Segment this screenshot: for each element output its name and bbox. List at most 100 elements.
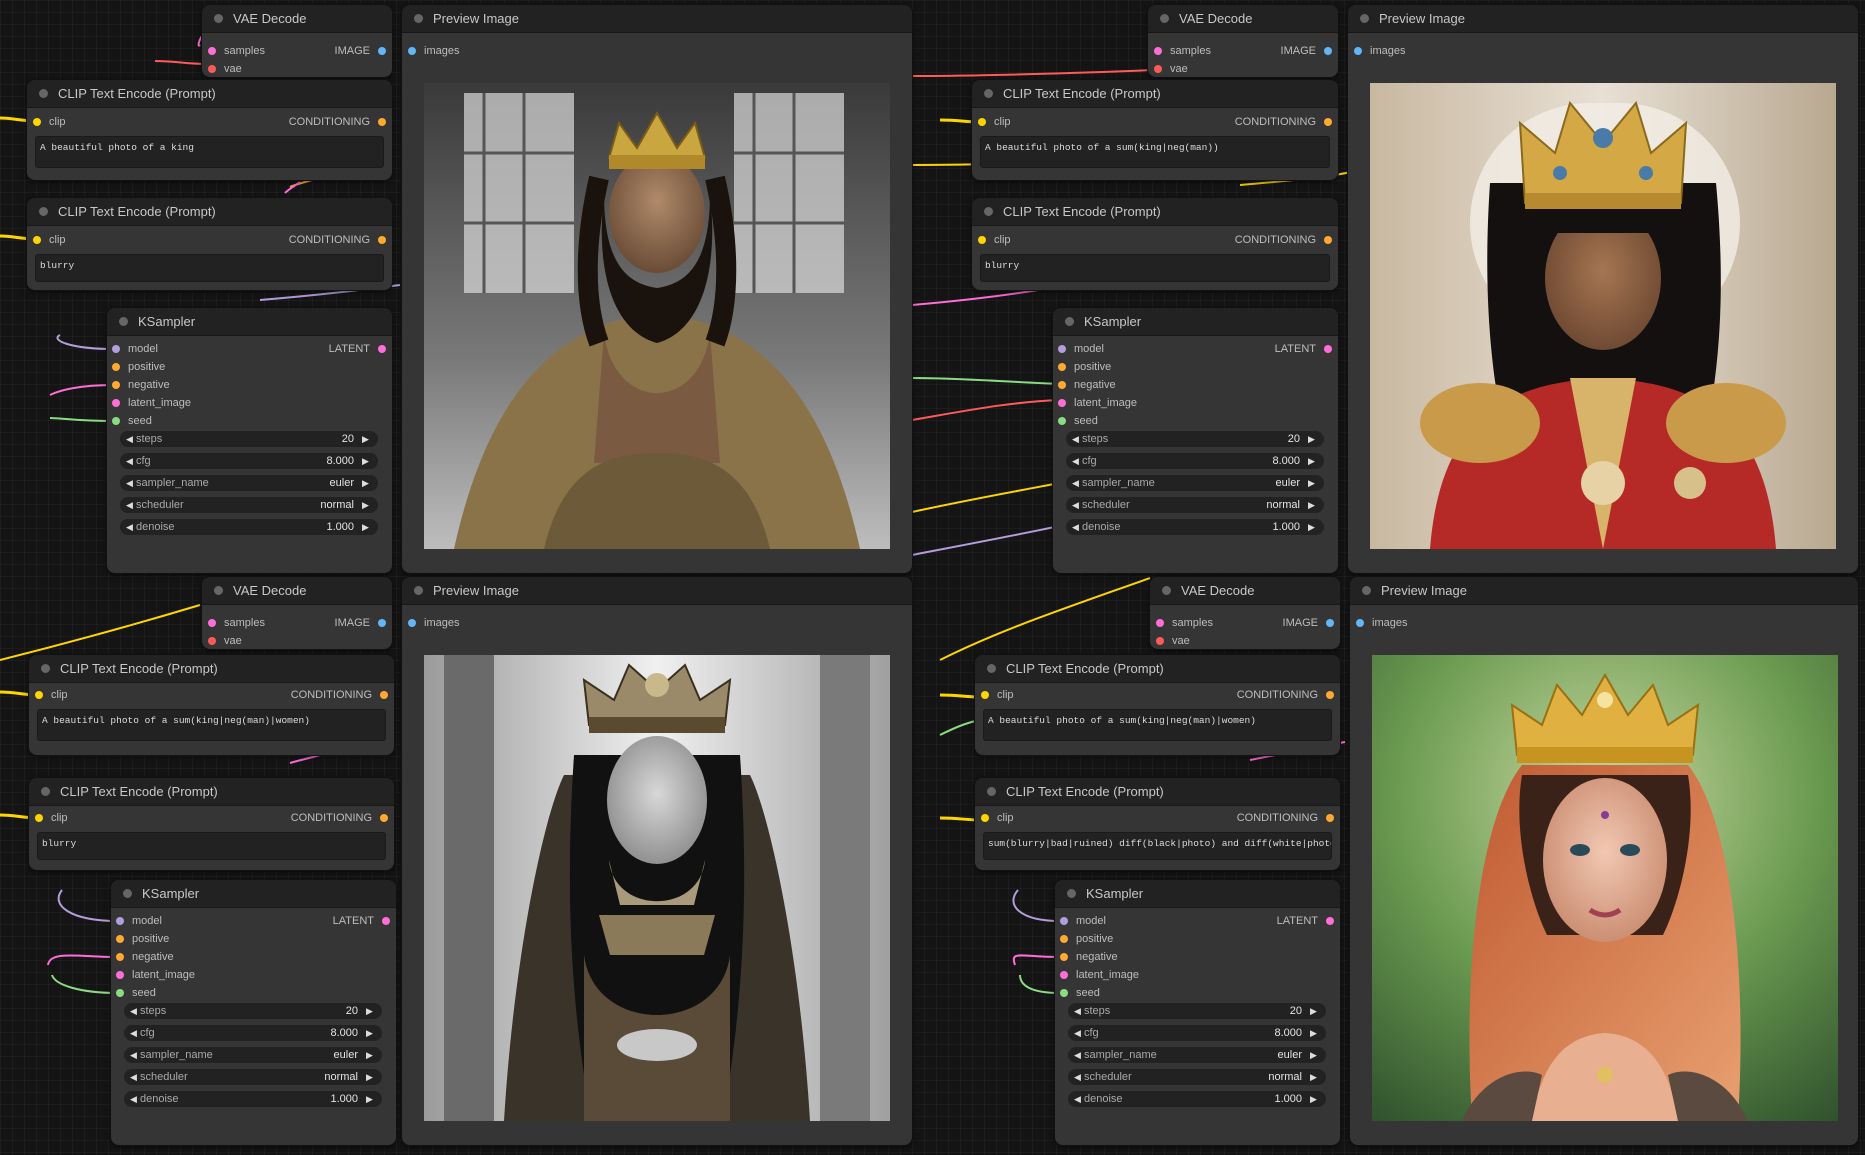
prompt-text-area[interactable]: blurry	[37, 832, 386, 860]
increment-arrow-icon[interactable]: ▶	[366, 1028, 376, 1039]
input-latent-image[interactable]: latent_image	[1058, 395, 1137, 411]
preview-image-node[interactable]: Preview Image images	[1348, 5, 1858, 573]
ksampler-node[interactable]: KSampler model positive negative latent_…	[111, 880, 396, 1145]
steps-widget[interactable]: ◀ steps 20 ▶	[1066, 431, 1324, 447]
image-pin-icon[interactable]	[408, 47, 416, 55]
vae-decode-node[interactable]: VAE Decode samples vae IMAGE	[202, 5, 392, 77]
steps-widget[interactable]: ◀ steps 20 ▶	[120, 431, 378, 447]
output-image[interactable]: IMAGE	[1283, 615, 1334, 631]
input-negative[interactable]: negative	[112, 377, 170, 393]
input-negative[interactable]: negative	[1060, 949, 1118, 965]
increment-arrow-icon[interactable]: ▶	[366, 1072, 376, 1083]
denoise-widget[interactable]: ◀ denoise 1.000 ▶	[120, 519, 378, 535]
collapse-dot-icon[interactable]	[119, 317, 128, 326]
vae-pin-icon[interactable]	[1156, 637, 1164, 645]
decrement-arrow-icon[interactable]: ◀	[126, 500, 136, 511]
seed-pin-icon[interactable]	[1058, 417, 1066, 425]
node-header[interactable]: CLIP Text Encode (Prompt)	[975, 655, 1340, 683]
node-header[interactable]: CLIP Text Encode (Prompt)	[27, 198, 392, 226]
clip-pin-icon[interactable]	[981, 691, 989, 699]
conditioning-pin-icon[interactable]	[116, 953, 124, 961]
ksampler-node[interactable]: KSampler model positive negative latent_…	[1053, 308, 1338, 573]
conditioning-pin-icon[interactable]	[112, 363, 120, 371]
input-model[interactable]: model	[1058, 341, 1104, 357]
collapse-dot-icon[interactable]	[41, 664, 50, 673]
node-header[interactable]: KSampler	[1055, 880, 1340, 908]
sampler-name-widget[interactable]: ◀ sampler_name euler ▶	[124, 1047, 382, 1063]
ksampler-node[interactable]: KSampler model positive negative latent_…	[1055, 880, 1340, 1145]
output-conditioning[interactable]: CONDITIONING	[1235, 232, 1332, 248]
input-seed[interactable]: seed	[1058, 413, 1098, 429]
output-latent[interactable]: LATENT	[333, 913, 390, 929]
clip-text-encode-negative[interactable]: CLIP Text Encode (Prompt) clip CONDITION…	[27, 198, 392, 290]
conditioning-pin-icon[interactable]	[112, 381, 120, 389]
image-pin-icon[interactable]	[378, 47, 386, 55]
latent-pin-icon[interactable]	[1154, 47, 1162, 55]
decrement-arrow-icon[interactable]: ◀	[126, 434, 136, 445]
decrement-arrow-icon[interactable]: ◀	[1072, 456, 1082, 467]
collapse-dot-icon[interactable]	[414, 586, 423, 595]
clip-pin-icon[interactable]	[33, 118, 41, 126]
increment-arrow-icon[interactable]: ▶	[362, 522, 372, 533]
decrement-arrow-icon[interactable]: ◀	[1074, 1094, 1084, 1105]
steps-widget[interactable]: ◀ steps 20 ▶	[124, 1003, 382, 1019]
preview-image[interactable]	[424, 655, 890, 1121]
input-latent-image[interactable]: latent_image	[112, 395, 191, 411]
collapse-dot-icon[interactable]	[987, 787, 996, 796]
image-pin-icon[interactable]	[1326, 619, 1334, 627]
collapse-dot-icon[interactable]	[1067, 889, 1076, 898]
input-positive[interactable]: positive	[112, 359, 165, 375]
collapse-dot-icon[interactable]	[1362, 586, 1371, 595]
denoise-widget[interactable]: ◀ denoise 1.000 ▶	[1066, 519, 1324, 535]
scheduler-widget[interactable]: ◀ scheduler normal ▶	[1066, 497, 1324, 513]
latent-pin-icon[interactable]	[116, 971, 124, 979]
node-header[interactable]: KSampler	[1053, 308, 1338, 336]
increment-arrow-icon[interactable]: ▶	[1308, 456, 1318, 467]
conditioning-pin-icon[interactable]	[1324, 118, 1332, 126]
conditioning-pin-icon[interactable]	[1060, 935, 1068, 943]
collapse-dot-icon[interactable]	[1065, 317, 1074, 326]
node-header[interactable]: VAE Decode	[1148, 5, 1338, 33]
output-image[interactable]: IMAGE	[1281, 43, 1332, 59]
image-pin-icon[interactable]	[408, 619, 416, 627]
output-conditioning[interactable]: CONDITIONING	[289, 114, 386, 130]
collapse-dot-icon[interactable]	[987, 664, 996, 673]
vae-decode-node[interactable]: VAE Decode samples vae IMAGE	[1148, 5, 1338, 77]
input-vae[interactable]: vae	[1156, 633, 1190, 649]
vae-decode-node[interactable]: VAE Decode samples vae IMAGE	[202, 577, 392, 649]
output-latent[interactable]: LATENT	[329, 341, 386, 357]
cfg-widget[interactable]: ◀ cfg 8.000 ▶	[1068, 1025, 1326, 1041]
decrement-arrow-icon[interactable]: ◀	[130, 1050, 140, 1061]
latent-pin-icon[interactable]	[1324, 345, 1332, 353]
increment-arrow-icon[interactable]: ▶	[1308, 478, 1318, 489]
input-samples[interactable]: samples	[208, 43, 265, 59]
output-latent[interactable]: LATENT	[1277, 913, 1334, 929]
preview-image[interactable]	[1372, 655, 1838, 1121]
decrement-arrow-icon[interactable]: ◀	[1072, 522, 1082, 533]
preview-image-node[interactable]: Preview Image images	[1350, 577, 1858, 1145]
increment-arrow-icon[interactable]: ▶	[362, 500, 372, 511]
clip-pin-icon[interactable]	[978, 118, 986, 126]
input-positive[interactable]: positive	[116, 931, 169, 947]
clip-text-encode-positive[interactable]: CLIP Text Encode (Prompt) clip CONDITION…	[975, 655, 1340, 755]
clip-text-encode-negative[interactable]: CLIP Text Encode (Prompt) clip CONDITION…	[29, 778, 394, 870]
seed-pin-icon[interactable]	[1060, 989, 1068, 997]
increment-arrow-icon[interactable]: ▶	[1308, 500, 1318, 511]
input-positive[interactable]: positive	[1058, 359, 1111, 375]
increment-arrow-icon[interactable]: ▶	[1308, 522, 1318, 533]
clip-text-encode-negative[interactable]: CLIP Text Encode (Prompt) clip CONDITION…	[972, 198, 1338, 290]
decrement-arrow-icon[interactable]: ◀	[1072, 500, 1082, 511]
clip-text-encode-positive[interactable]: CLIP Text Encode (Prompt) clip CONDITION…	[972, 80, 1338, 180]
preview-image-node[interactable]: Preview Image images	[402, 5, 912, 573]
conditioning-pin-icon[interactable]	[380, 691, 388, 699]
input-negative[interactable]: negative	[1058, 377, 1116, 393]
collapse-dot-icon[interactable]	[39, 89, 48, 98]
decrement-arrow-icon[interactable]: ◀	[130, 1028, 140, 1039]
node-header[interactable]: Preview Image	[1350, 577, 1858, 605]
input-seed[interactable]: seed	[1060, 985, 1100, 1001]
prompt-text-area[interactable]: A beautiful photo of a king	[35, 136, 384, 168]
preview-image[interactable]	[1370, 83, 1836, 549]
output-conditioning[interactable]: CONDITIONING	[291, 687, 388, 703]
image-pin-icon[interactable]	[1356, 619, 1364, 627]
node-header[interactable]: Preview Image	[1348, 5, 1858, 33]
